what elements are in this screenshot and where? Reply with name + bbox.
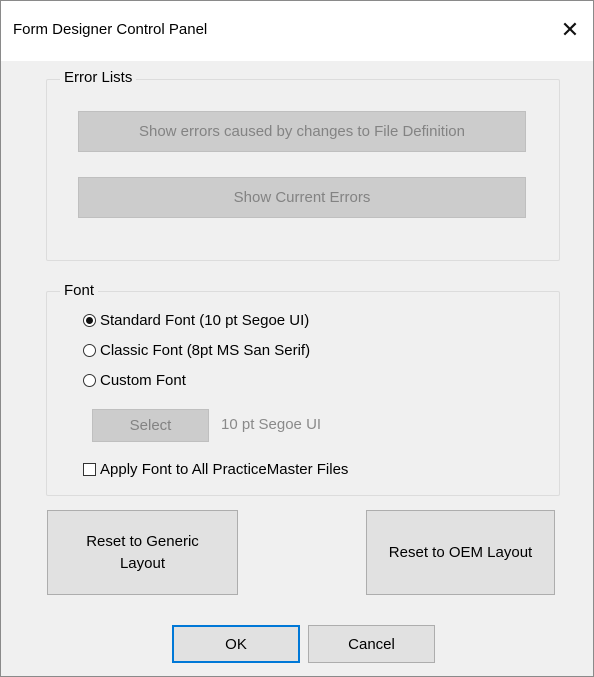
reset-generic-line1: Reset to Generic bbox=[86, 532, 199, 550]
close-icon: ✕ bbox=[560, 17, 580, 42]
show-file-definition-errors-label: Show errors caused by changes to File De… bbox=[138, 123, 465, 140]
apply-font-all-files-checkbox[interactable]: Apply Font to All PracticeMaster Files bbox=[83, 461, 348, 478]
close-button[interactable]: ✕ bbox=[547, 11, 593, 49]
reset-oem-label: Reset to OEM Layout bbox=[388, 544, 533, 561]
error-lists-label: Error Lists bbox=[60, 69, 137, 86]
radio-custom-font-label: Custom Font bbox=[100, 372, 186, 389]
radio-classic-font-label: Classic Font (8pt MS San Serif) bbox=[100, 342, 311, 359]
show-current-errors-label: Show Current Errors bbox=[233, 189, 371, 206]
select-font-label: Select bbox=[129, 417, 172, 434]
radio-classic-font[interactable]: Classic Font (8pt MS San Serif) bbox=[83, 342, 310, 359]
dialog-window: Form Designer Control Panel ✕ Error List… bbox=[0, 0, 594, 677]
ok-button[interactable]: OK bbox=[172, 625, 300, 663]
radio-custom-font[interactable]: Custom Font bbox=[83, 372, 186, 389]
window-title: Form Designer Control Panel bbox=[13, 21, 208, 38]
cancel-button[interactable]: Cancel bbox=[308, 625, 435, 663]
apply-font-all-files-label: Apply Font to All PracticeMaster Files bbox=[100, 461, 349, 478]
cancel-label: Cancel bbox=[348, 635, 395, 653]
error-lists-group bbox=[46, 79, 560, 261]
radio-standard-font[interactable]: Standard Font (10 pt Segoe UI) bbox=[83, 312, 309, 329]
radio-standard-font-label: Standard Font (10 pt Segoe UI) bbox=[100, 312, 310, 329]
checkbox[interactable] bbox=[83, 463, 96, 476]
ok-label: OK bbox=[225, 635, 247, 653]
radio-button[interactable] bbox=[83, 344, 96, 357]
current-font-text: 10 pt Segoe UI bbox=[221, 416, 322, 433]
reset-oem-layout-button[interactable]: Reset to OEM Layout bbox=[366, 510, 555, 595]
font-group-label: Font bbox=[60, 282, 99, 299]
radio-button-checked[interactable] bbox=[83, 314, 96, 327]
reset-generic-layout-button[interactable]: Reset to Generic Layout bbox=[47, 510, 238, 595]
radio-button[interactable] bbox=[83, 374, 96, 387]
reset-generic-line2: Layout bbox=[119, 554, 166, 572]
title-bar: Form Designer Control Panel ✕ bbox=[1, 1, 593, 61]
select-font-button[interactable]: Select bbox=[92, 409, 209, 442]
show-file-definition-errors-button[interactable]: Show errors caused by changes to File De… bbox=[78, 111, 526, 152]
show-current-errors-button[interactable]: Show Current Errors bbox=[78, 177, 526, 218]
